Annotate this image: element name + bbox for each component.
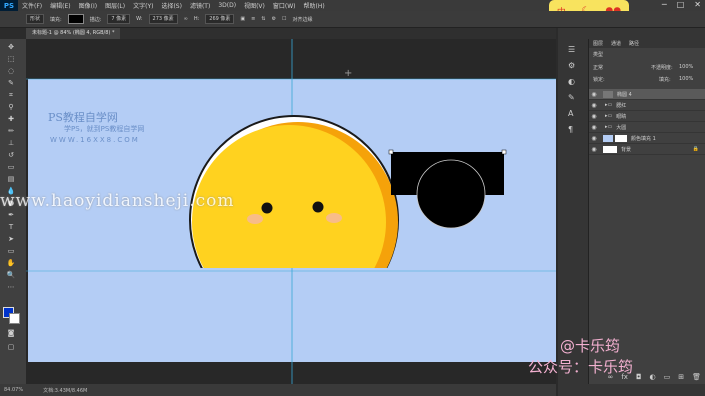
trash-icon[interactable]: 🗑 [692,373,701,384]
status-bar: 84.07% 文档:3.43M/8.46M [0,384,556,396]
credit-account: 公众号：卡乐筠 [528,358,634,376]
left-eye [261,202,273,214]
brush-panel-icon[interactable]: ✎ [568,93,575,102]
layer-row[interactable]: ◉ ▸▭ 腮红 [589,100,705,111]
layer-row[interactable]: ◉ ▸▭ 眼睛 [589,111,705,122]
shape-thumb-icon [603,90,613,98]
opacity-label: 不透明度: [651,65,673,71]
right-eye [312,201,324,213]
eye-icon[interactable]: ◉ [589,91,599,98]
new-group-icon[interactable]: ▭ [664,373,671,384]
folder-icon: ▸▭ [605,124,613,130]
anchor-point [388,149,394,155]
tab-channels[interactable]: 通道 [611,40,621,47]
black-circle [416,159,486,229]
char-panel-icon[interactable]: A [568,109,573,118]
layers-panel-tabs: 图层 通道 路径 [589,39,705,48]
layer-name: 腮红 [616,102,627,109]
properties-panel-icon[interactable]: ⚙ [568,61,575,70]
kind-filter[interactable]: 类型 [593,51,603,58]
opacity-field[interactable]: 100% [679,64,693,70]
zoom-level[interactable]: 84.07% [4,387,23,393]
layer-row[interactable]: ◉ 颜色填充 1 [589,133,705,144]
lock-label: 锁定: [593,77,605,83]
watermark-url: WWW.16XX8.COM [50,136,140,144]
layer-name: 背景 [621,146,632,153]
blend-mode-select[interactable]: 正常 [593,64,603,71]
eye-icon[interactable]: ◉ [589,146,599,153]
overlay-watermark: www.haoyidiansheji.com [0,191,235,211]
right-blush [326,213,342,223]
layer-row[interactable]: ◉ ▸▭ 大圆 [589,122,705,133]
panel-icon-column: ☰ ⚙ ◐ ✎ A ¶ [558,39,589,384]
tab-paths[interactable]: 路径 [629,40,639,47]
mask-thumb-icon [615,134,627,142]
doc-size: 文档:3.43M/8.46M [43,387,88,394]
watermark-slogan: 学PS，就到PS教程自学网 [64,125,145,133]
para-panel-icon[interactable]: ¶ [568,125,573,134]
left-blush [247,214,263,224]
layer-name: 大圆 [616,124,627,131]
eye-icon[interactable]: ◉ [589,102,599,109]
credit-handle: @卡乐筠 [560,337,621,355]
eye-icon[interactable]: ◉ [589,124,599,131]
adjustment-icon[interactable]: ◐ [650,373,656,384]
anchor-point [501,149,507,155]
eye-icon[interactable]: ◉ [589,135,599,142]
folder-icon: ▸▭ [605,102,613,108]
layers-panel: 图层 通道 路径 类型 正常 不透明度: 100% 锁定: 填充: 100% ◉… [589,39,705,384]
background-thumb-icon [603,145,617,153]
mask-icon[interactable]: ◘ [636,373,642,384]
fill-thumb-icon [603,134,613,142]
lock-icon: 🔒 [692,146,699,152]
eye-icon[interactable]: ◉ [589,113,599,120]
crosshair-icon: + [344,68,352,79]
layer-name: 椭圆 4 [617,91,632,98]
layer-name: 颜色填充 1 [631,135,656,142]
tab-layers[interactable]: 图层 [593,40,603,47]
fill-label: 填充: [659,77,671,83]
adjust-panel-icon[interactable]: ◐ [568,77,575,86]
fill-field[interactable]: 100% [679,76,693,82]
layer-row[interactable]: ◉ 椭圆 4 [589,89,705,100]
new-layer-icon[interactable]: ⊞ [678,373,684,384]
layer-name: 眼睛 [616,113,627,120]
history-panel-icon[interactable]: ☰ [568,45,575,54]
folder-icon: ▸▭ [605,113,613,119]
watermark-site-name: PS教程自学网 [48,111,118,124]
layer-row[interactable]: ◉ 背景 🔒 [589,144,705,155]
face-fill [192,125,386,268]
